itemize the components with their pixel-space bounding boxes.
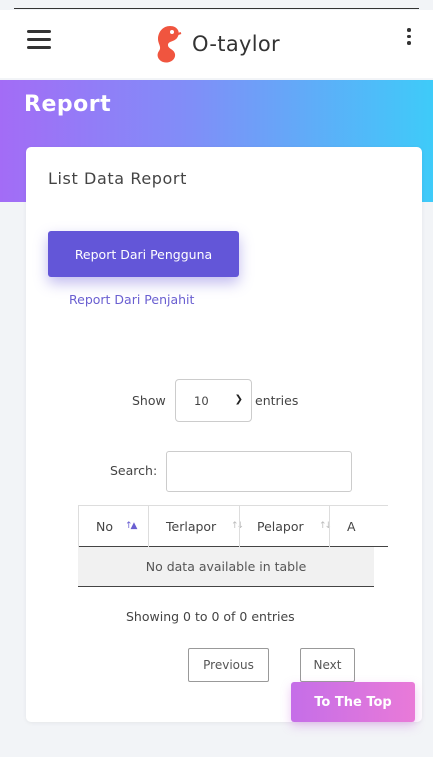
next-button[interactable]: Next <box>300 648 355 682</box>
chevron-down-icon: ❯ <box>234 394 243 405</box>
tab-report-penjahit[interactable]: Report Dari Penjahit <box>69 292 194 307</box>
table-header: No ↑▲ Terlapor ↑↓ Pelapor ↑↓ A <box>78 505 388 547</box>
search-input[interactable] <box>166 451 352 492</box>
more-vertical-icon[interactable] <box>405 28 413 48</box>
table-info: Showing 0 to 0 of 0 entries <box>126 609 295 624</box>
entries-select-value: 10 <box>194 394 209 408</box>
column-header-a[interactable]: A <box>329 505 388 547</box>
column-header-label: Terlapor <box>166 518 217 534</box>
card-title: List Data Report <box>48 169 187 188</box>
show-label: Show <box>132 393 166 408</box>
search-label: Search: <box>110 463 158 478</box>
tab-report-pengguna[interactable]: Report Dari Pengguna <box>48 231 239 277</box>
report-card: List Data Report Report Dari Pengguna Re… <box>26 147 422 722</box>
column-header-label: No <box>96 518 113 534</box>
previous-button[interactable]: Previous <box>188 648 269 682</box>
seahorse-logo-icon <box>157 26 182 63</box>
column-header-terlapor[interactable]: Terlapor ↑↓ <box>148 505 244 547</box>
top-border <box>14 8 419 9</box>
column-header-pelapor[interactable]: Pelapor ↑↓ <box>239 505 332 547</box>
column-header-label: Pelapor <box>257 518 304 534</box>
column-header-no[interactable]: No ↑▲ <box>78 505 148 547</box>
navbar: O-taylor <box>0 10 433 78</box>
page-title: Report <box>24 92 112 117</box>
to-top-button[interactable]: To The Top <box>291 682 415 722</box>
entries-label: entries <box>255 393 299 408</box>
brand-name: O-taylor <box>192 32 280 56</box>
table-empty-row: No data available in table <box>78 547 374 587</box>
data-table: No ↑▲ Terlapor ↑↓ Pelapor ↑↓ A No data a… <box>78 505 388 587</box>
entries-select[interactable]: 10 ❯ <box>175 379 252 422</box>
hamburger-menu-icon[interactable] <box>27 30 51 49</box>
brand[interactable]: O-taylor <box>154 24 280 64</box>
column-header-label: A <box>347 518 356 534</box>
empty-message: No data available in table <box>145 559 307 574</box>
sort-asc-icon: ↑▲ <box>125 521 138 531</box>
